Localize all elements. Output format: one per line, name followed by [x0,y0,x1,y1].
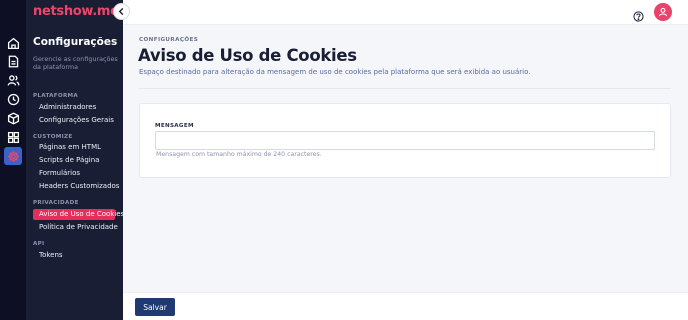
message-help-text: Mensagem com tamanho máximo de 240 carac… [156,151,322,158]
message-input[interactable] [155,131,655,150]
gear-icon[interactable] [4,147,22,165]
chevron-left-icon [118,7,124,16]
users-icon[interactable] [4,71,22,89]
grid-icon[interactable] [4,128,22,146]
sidebar-item-configuracoes-gerais[interactable]: Configurações Gerais [33,115,115,126]
sidebar-item-paginas-html[interactable]: Páginas em HTML [33,142,115,153]
page-description: Espaço destinado para alteração da mensa… [139,68,531,76]
document-icon[interactable] [4,52,22,70]
breadcrumb: CONFIGURAÇÕES [139,37,199,43]
sidebar-item-aviso-cookies[interactable]: Aviso de Uso de Cookies [33,209,124,220]
sidebar-item-tokens[interactable]: Tokens [33,250,115,261]
clock-icon[interactable] [4,90,22,108]
panel-title: Configurações [33,36,118,48]
save-button[interactable]: Salvar [135,298,175,316]
footer-bar [123,292,688,320]
section-api: API [33,241,45,247]
panel-subtitle: Gerencie as configurações da plataforma [33,55,118,71]
sidebar-item-headers-customizados[interactable]: Headers Customizados [33,181,119,192]
user-icon [658,7,668,17]
page-title: Aviso de Uso de Cookies [138,46,357,65]
top-bar [123,0,688,25]
collapse-sidebar-button[interactable] [113,3,130,20]
sidebar-item-administradores[interactable]: Administradores [33,102,115,113]
cube-icon[interactable] [4,109,22,127]
icon-rail [0,0,26,320]
home-icon[interactable] [4,34,22,52]
section-customize: CUSTOMIZE [33,134,73,140]
message-label: MENSAGEM [155,123,194,129]
sidebar-item-politica-privacidade[interactable]: Política de Privacidade [33,222,118,233]
section-plataforma: PLATAFORMA [33,93,79,99]
brand-logo: netshow.me [33,4,119,19]
help-button[interactable] [633,7,644,22]
sidebar-item-scripts-pagina[interactable]: Scripts de Página [33,155,115,166]
help-icon [633,11,644,22]
user-avatar-button[interactable] [654,3,672,21]
sidebar-item-formularios[interactable]: Formulários [33,168,115,179]
settings-panel: Configurações Gerencie as configurações … [26,0,124,320]
section-privacidade: PRIVACIDADE [33,200,79,206]
divider [139,88,671,89]
